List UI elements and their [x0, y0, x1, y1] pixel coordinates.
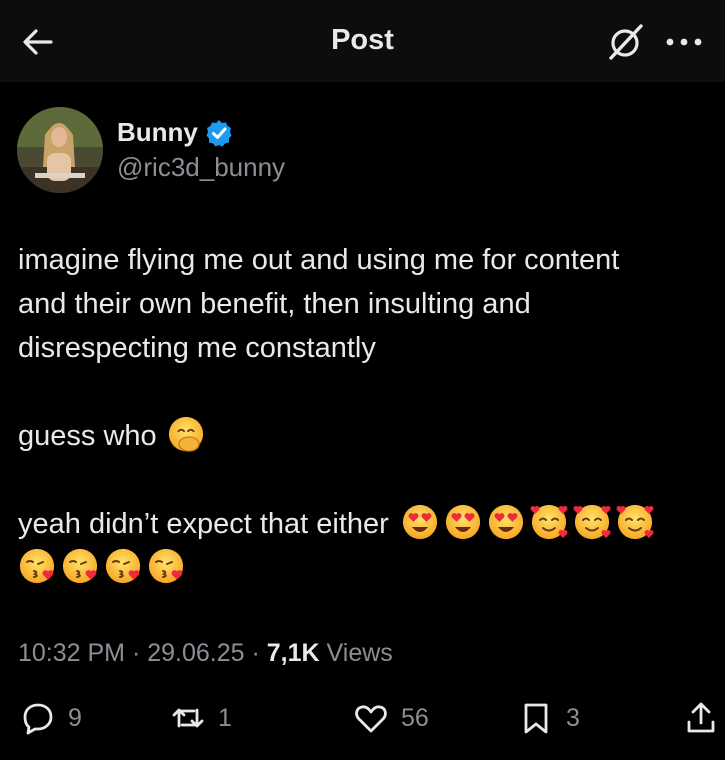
post-line: and their own benefit, then insulting an… [18, 288, 531, 320]
views-count[interactable]: 7,1K [267, 639, 320, 667]
post-line-guess: guess who [18, 414, 718, 458]
post-text: imagine flying me out and using me for c… [18, 238, 718, 590]
post-line: disrespecting me constantly [18, 332, 376, 364]
post-date: 29.06.25 [147, 639, 245, 667]
reply-button[interactable]: 9 [20, 690, 82, 746]
reply-count: 9 [68, 703, 82, 732]
author-name-row: Bunny [117, 117, 234, 148]
top-bar: Post [0, 0, 725, 82]
smiling-face-with-hearts-emoji-icon [573, 503, 611, 541]
like-count: 56 [401, 703, 429, 732]
post-line-emoji: yeah didn’t expect that either [18, 502, 718, 546]
heart-icon [355, 705, 387, 733]
smiling-face-with-hearts-emoji-icon [530, 503, 568, 541]
kissing-heart-emoji-icon [61, 547, 99, 585]
reply-icon [23, 703, 53, 735]
bookmark-count: 3 [566, 703, 580, 732]
post-time: 10:32 PM [18, 639, 126, 667]
author-name[interactable]: Bunny [117, 117, 198, 148]
bookmark-button[interactable]: 3 [518, 690, 580, 746]
kissing-heart-emoji-icon [18, 547, 56, 585]
share-icon [687, 702, 715, 733]
repost-button[interactable]: 1 [170, 690, 232, 746]
separator-dot: · [244, 639, 267, 667]
bookmark-icon [524, 703, 548, 734]
author-handle[interactable]: @ric3d_bunny [117, 152, 285, 183]
kissing-heart-emoji-icon [104, 547, 142, 585]
heart-eyes-emoji-icon [401, 503, 439, 541]
smiling-face-with-hearts-emoji-icon [616, 503, 654, 541]
grok-icon[interactable] [604, 21, 648, 63]
separator-dot: · [125, 639, 148, 667]
views-label[interactable]: Views [320, 639, 393, 667]
heart-eyes-emoji-icon [444, 503, 482, 541]
action-bar: 9 1 56 3 [0, 690, 725, 750]
post-line: guess who [18, 420, 157, 452]
kissing-heart-emoji-icon [147, 547, 185, 585]
share-button[interactable] [683, 690, 719, 746]
avatar[interactable] [17, 107, 103, 193]
like-button[interactable]: 56 [353, 690, 429, 746]
hand-over-mouth-emoji-icon [167, 415, 205, 453]
more-options-icon[interactable] [664, 28, 704, 56]
back-arrow-icon[interactable] [20, 24, 56, 60]
post-line: yeah didn’t expect that either [18, 508, 389, 540]
repost-count: 1 [218, 703, 232, 732]
post-metadata: 10:32 PM · 29.06.25 · 7,1K Views [18, 639, 393, 668]
verified-badge-icon [204, 118, 234, 148]
post-line-emoji-2 [18, 546, 718, 590]
post-line: imagine flying me out and using me for c… [18, 244, 620, 276]
repost-icon [172, 708, 204, 728]
heart-eyes-emoji-icon [487, 503, 525, 541]
